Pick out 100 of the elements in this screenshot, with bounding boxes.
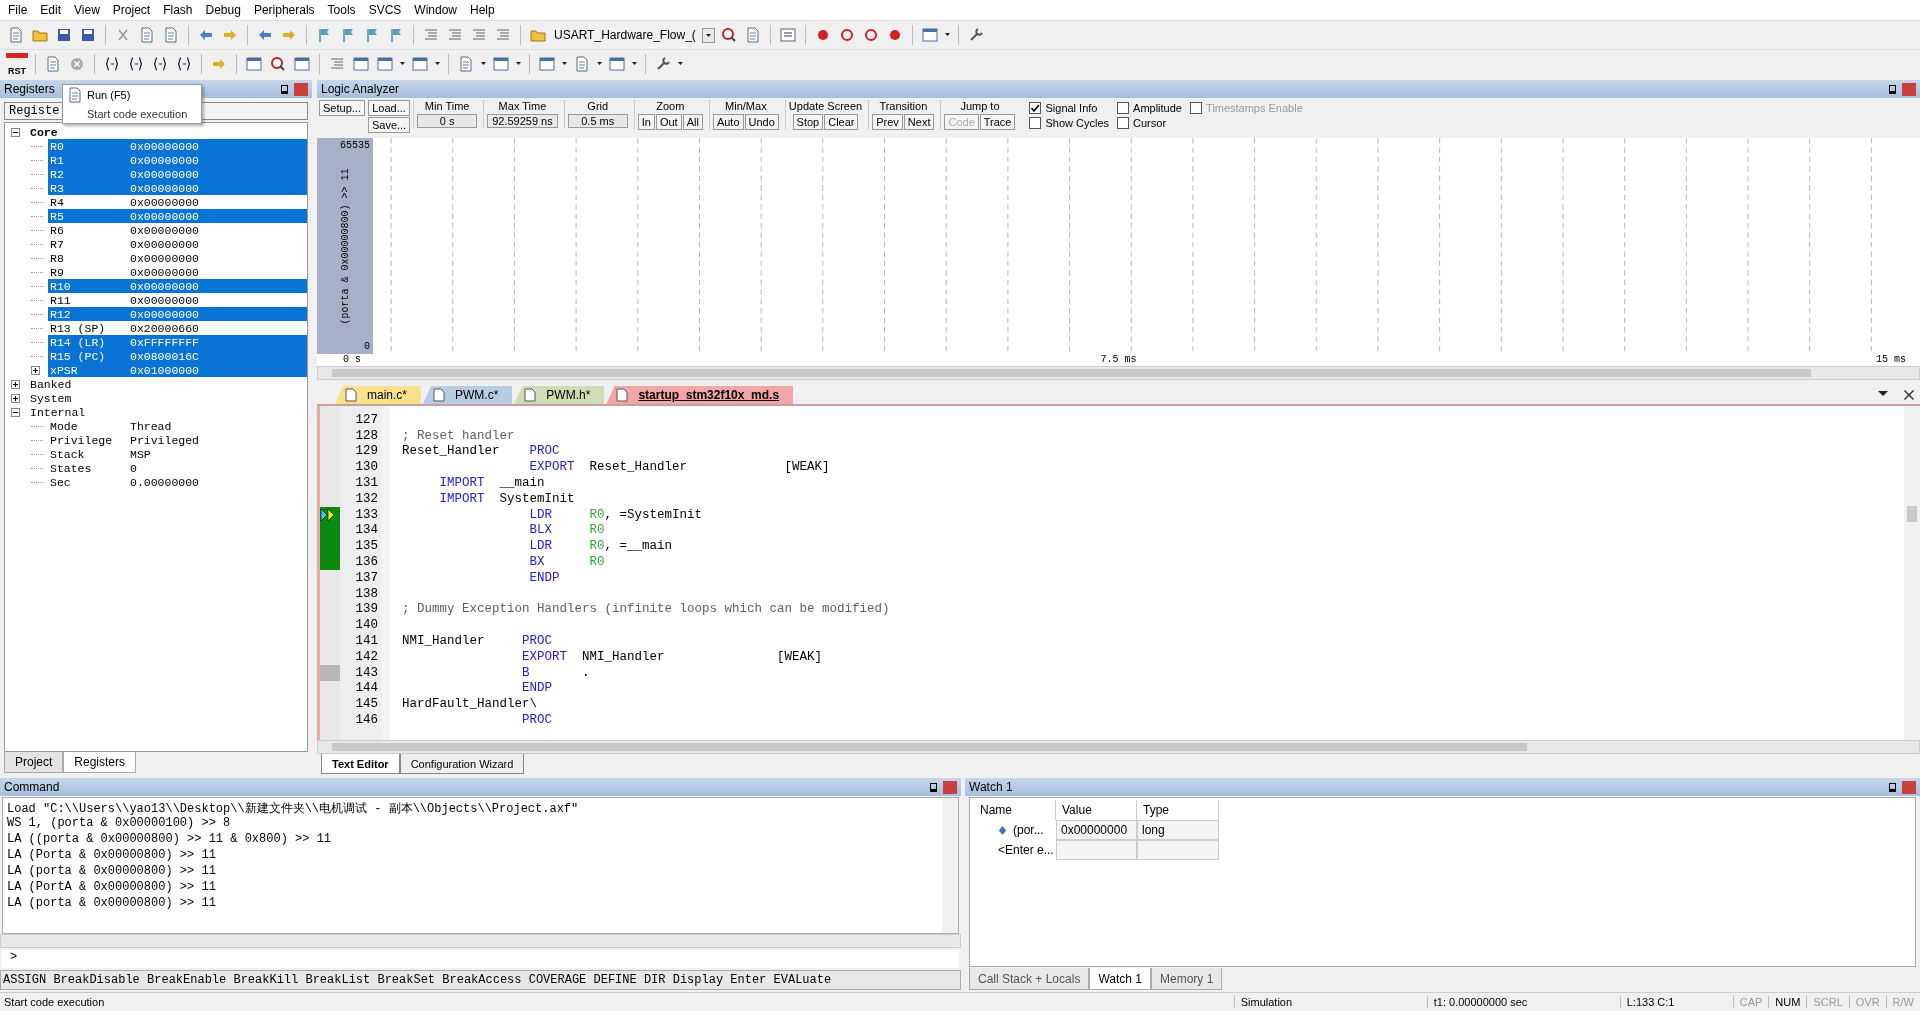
code-token: PROC [529,444,560,459]
time-label: 7.5 ms [1100,354,1137,366]
line-number: 127 [354,412,379,427]
register-name: R3 [50,181,64,195]
register-name: R7 [50,237,64,251]
table-cell: 0x00000000 [1056,820,1137,840]
code-token: EXPORT [521,649,568,664]
line-number: 136 [354,555,379,570]
register-name: States [50,461,92,475]
line-number: 128 [354,428,379,443]
line-number: 145 [354,697,379,712]
axis-label: 65535 [340,140,370,151]
line-number: 130 [354,460,379,475]
register-value: 0x00000000 [130,167,199,181]
register-name: R6 [50,223,64,237]
code-token: IMPORT [438,491,485,506]
panel-title: Watch 1 [969,780,1013,794]
register-value: 0x00000000 [130,293,199,307]
field-label: Max Time [498,100,547,112]
signal-label: (porta & 0x00000800) >> 11 [339,168,351,324]
register-name: R10 [50,279,71,293]
code-token: EXPORT [528,460,575,475]
line-number: 140 [354,618,379,633]
line-number: 133 [354,507,379,522]
code-token: IMPORT [438,476,485,491]
panel-title: Registers [4,82,55,96]
code-token: SystemInit [498,491,575,506]
register-value: 0x00000000 [130,307,199,321]
line-number: 141 [354,634,379,649]
register-name: R11 [50,293,71,307]
line-number: 129 [354,444,379,459]
code-token: NMI_Handler [402,634,486,649]
status-indicator: R/W [1885,996,1920,1008]
time-label: 0 s [343,354,361,366]
register-name: R13 (SP) [50,321,106,335]
status-time: t1: 0.00000000 sec [1426,996,1620,1008]
status-mode: Simulation [1233,996,1427,1008]
code-token: . [581,665,590,680]
code-token: R0 [588,523,605,538]
group-label: Jump to [960,100,1000,112]
group-label: Zoom [656,100,685,112]
status-message: Start code execution [4,996,105,1008]
code-token: BX [528,555,545,570]
line-number: 131 [354,476,379,491]
line-number: 142 [354,649,379,664]
line-number: 134 [354,523,379,538]
field-label: Grid [587,100,609,112]
time-field: 0.5 ms [567,114,628,128]
register-name: Privilege [50,433,113,447]
code-token: HardFault_Handler\ [402,697,538,712]
line-number: 138 [354,586,379,601]
code-token: R0 [588,555,605,570]
register-name: R14 (LR) [50,335,106,349]
time-label: 15 ms [1875,354,1906,366]
command-output-line: Load "C:\\Users\\yao13\\Desktop\\新建文件夹\\电机调试 - 副本\\Objects\\Project.axf" [7,801,580,816]
register-value: 0x00000000 [130,279,199,293]
status-position: L:133 C:1 [1619,996,1733,1008]
register-value: Thread [130,419,172,433]
code-token: , =__main [604,539,673,554]
register-value: 0xFFFFFFFF [130,335,199,349]
command-output-line: LA (Porta & 0x00000800) >> 11 [7,848,217,864]
register-value: 0x00000000 [130,153,199,167]
group-label: Transition [879,100,928,112]
register-name: R4 [50,195,64,209]
code-token: ENDP [521,681,553,696]
code-token: LDR [528,507,553,522]
status-indicator: OVR [1848,996,1886,1008]
register-value: 0x00000000 [130,209,199,223]
register-value: 0x0800016C [130,349,199,363]
register-value: 0x00000000 [130,195,199,209]
register-name: R12 [50,307,71,321]
command-hints: ASSIGN BreakDisable BreakEnable BreakKill BreakList BreakSet BreakAccess COVERAGE DEFINE DIR Display Enter EVALuate [0,970,961,990]
register-name: R0 [50,139,64,153]
code-token: R0 [588,507,605,522]
group-label: Update Screen [788,100,863,112]
code-token: BLX [528,523,553,538]
register-value: 0x00000000 [130,265,199,279]
line-number: 132 [354,491,379,506]
line-number: 137 [354,570,379,585]
register-value: 0x00000000 [130,139,199,153]
register-value: 0x00000000 [130,237,199,251]
tooltip-text: Start code execution [87,107,189,120]
code-token: Reset_Handler [WEAK] [588,460,830,475]
register-name: R8 [50,251,64,265]
line-number: 143 [354,665,379,680]
code-token: ; Reset handler [402,428,515,443]
command-output-line: LA (porta & 0x00000800) >> 11 [7,864,217,880]
tooltip-title: Run (F5) [87,88,132,101]
status-indicator: CAP [1732,996,1769,1008]
register-name: Sec [50,475,71,489]
command-output-line: LA (porta & 0x00000800) >> 11 [7,896,217,912]
register-name: R15 (PC) [50,349,106,363]
code-token: __main [498,476,545,491]
register-value: 0 [130,461,137,475]
line-number: 146 [354,713,379,728]
register-value: 0x00000000 [130,181,199,195]
register-value: 0.00000000 [130,475,199,489]
command-output-line: LA (PortA & 0x00000800) >> 11 [7,880,217,896]
line-number: 135 [354,539,379,554]
register-value: 0x20000660 [130,321,199,335]
